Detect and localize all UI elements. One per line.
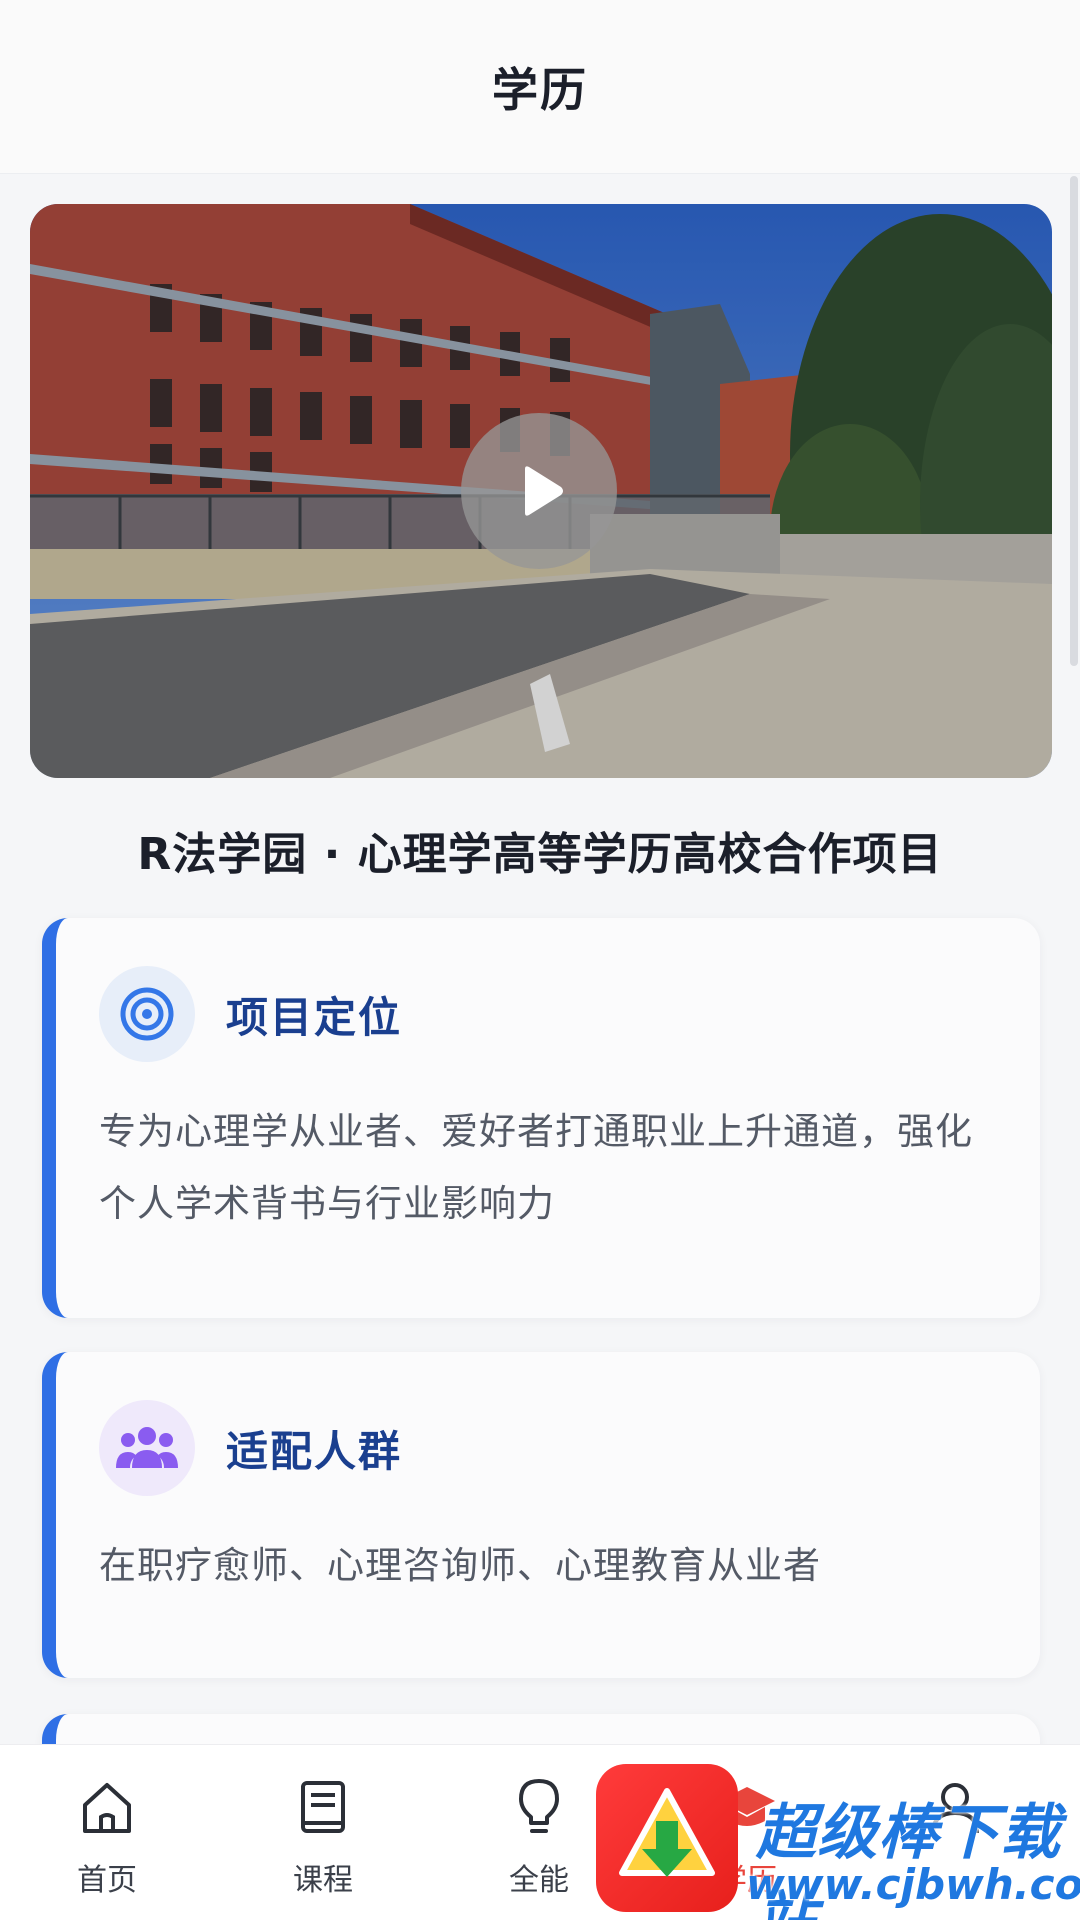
watermark-url: www.cjbwh.com — [746, 1860, 1080, 1909]
card-audience: 适配人群 在职疗愈师、心理咨询师、心理教育从业者 — [42, 1352, 1040, 1678]
nav-label: 全能 — [509, 1863, 569, 1898]
project-headline: R法学园 · 心理学高等学历高校合作项目 — [137, 829, 943, 880]
watermark: 超级棒下载站 www.cjbwh.com — [596, 1764, 1080, 1920]
card-body: 在职疗愈师、心理咨询师、心理教育从业者 — [99, 1544, 821, 1587]
page-title: 学历 — [492, 62, 588, 117]
scrollbar[interactable] — [1070, 176, 1078, 666]
nav-label: 首页 — [77, 1863, 137, 1898]
page: 学历 R法学园 · 心理学高等学历高校合作项目 项目定位 专为心理学从业者、爱好… — [0, 0, 1080, 1920]
lightbulb-icon — [519, 1779, 559, 1833]
play-button[interactable] — [461, 413, 617, 569]
card-title: 适配人群 — [226, 1427, 403, 1476]
nav-item-home[interactable]: 首页 — [32, 1745, 182, 1920]
nav-label: 课程 — [293, 1863, 353, 1898]
card-body: 专为心理学从业者、爱好者打通职业上升通道，强化个人学术背书与行业影响力 — [99, 1110, 973, 1225]
header: 学历 — [0, 0, 1080, 174]
play-icon — [525, 466, 563, 516]
card-positioning: 项目定位 专为心理学从业者、爱好者打通职业上升通道，强化个人学术背书与行业影响力 — [42, 918, 1040, 1318]
card-title: 项目定位 — [226, 993, 403, 1042]
home-icon — [83, 1783, 131, 1833]
target-icon — [99, 966, 195, 1062]
users-icon — [99, 1400, 195, 1496]
nav-item-course[interactable]: 课程 — [248, 1745, 398, 1920]
nav-item-ability[interactable]: 全能 — [464, 1745, 614, 1920]
book-icon — [301, 1781, 345, 1833]
hero-video[interactable] — [30, 204, 1052, 778]
download-site-logo — [596, 1764, 738, 1912]
